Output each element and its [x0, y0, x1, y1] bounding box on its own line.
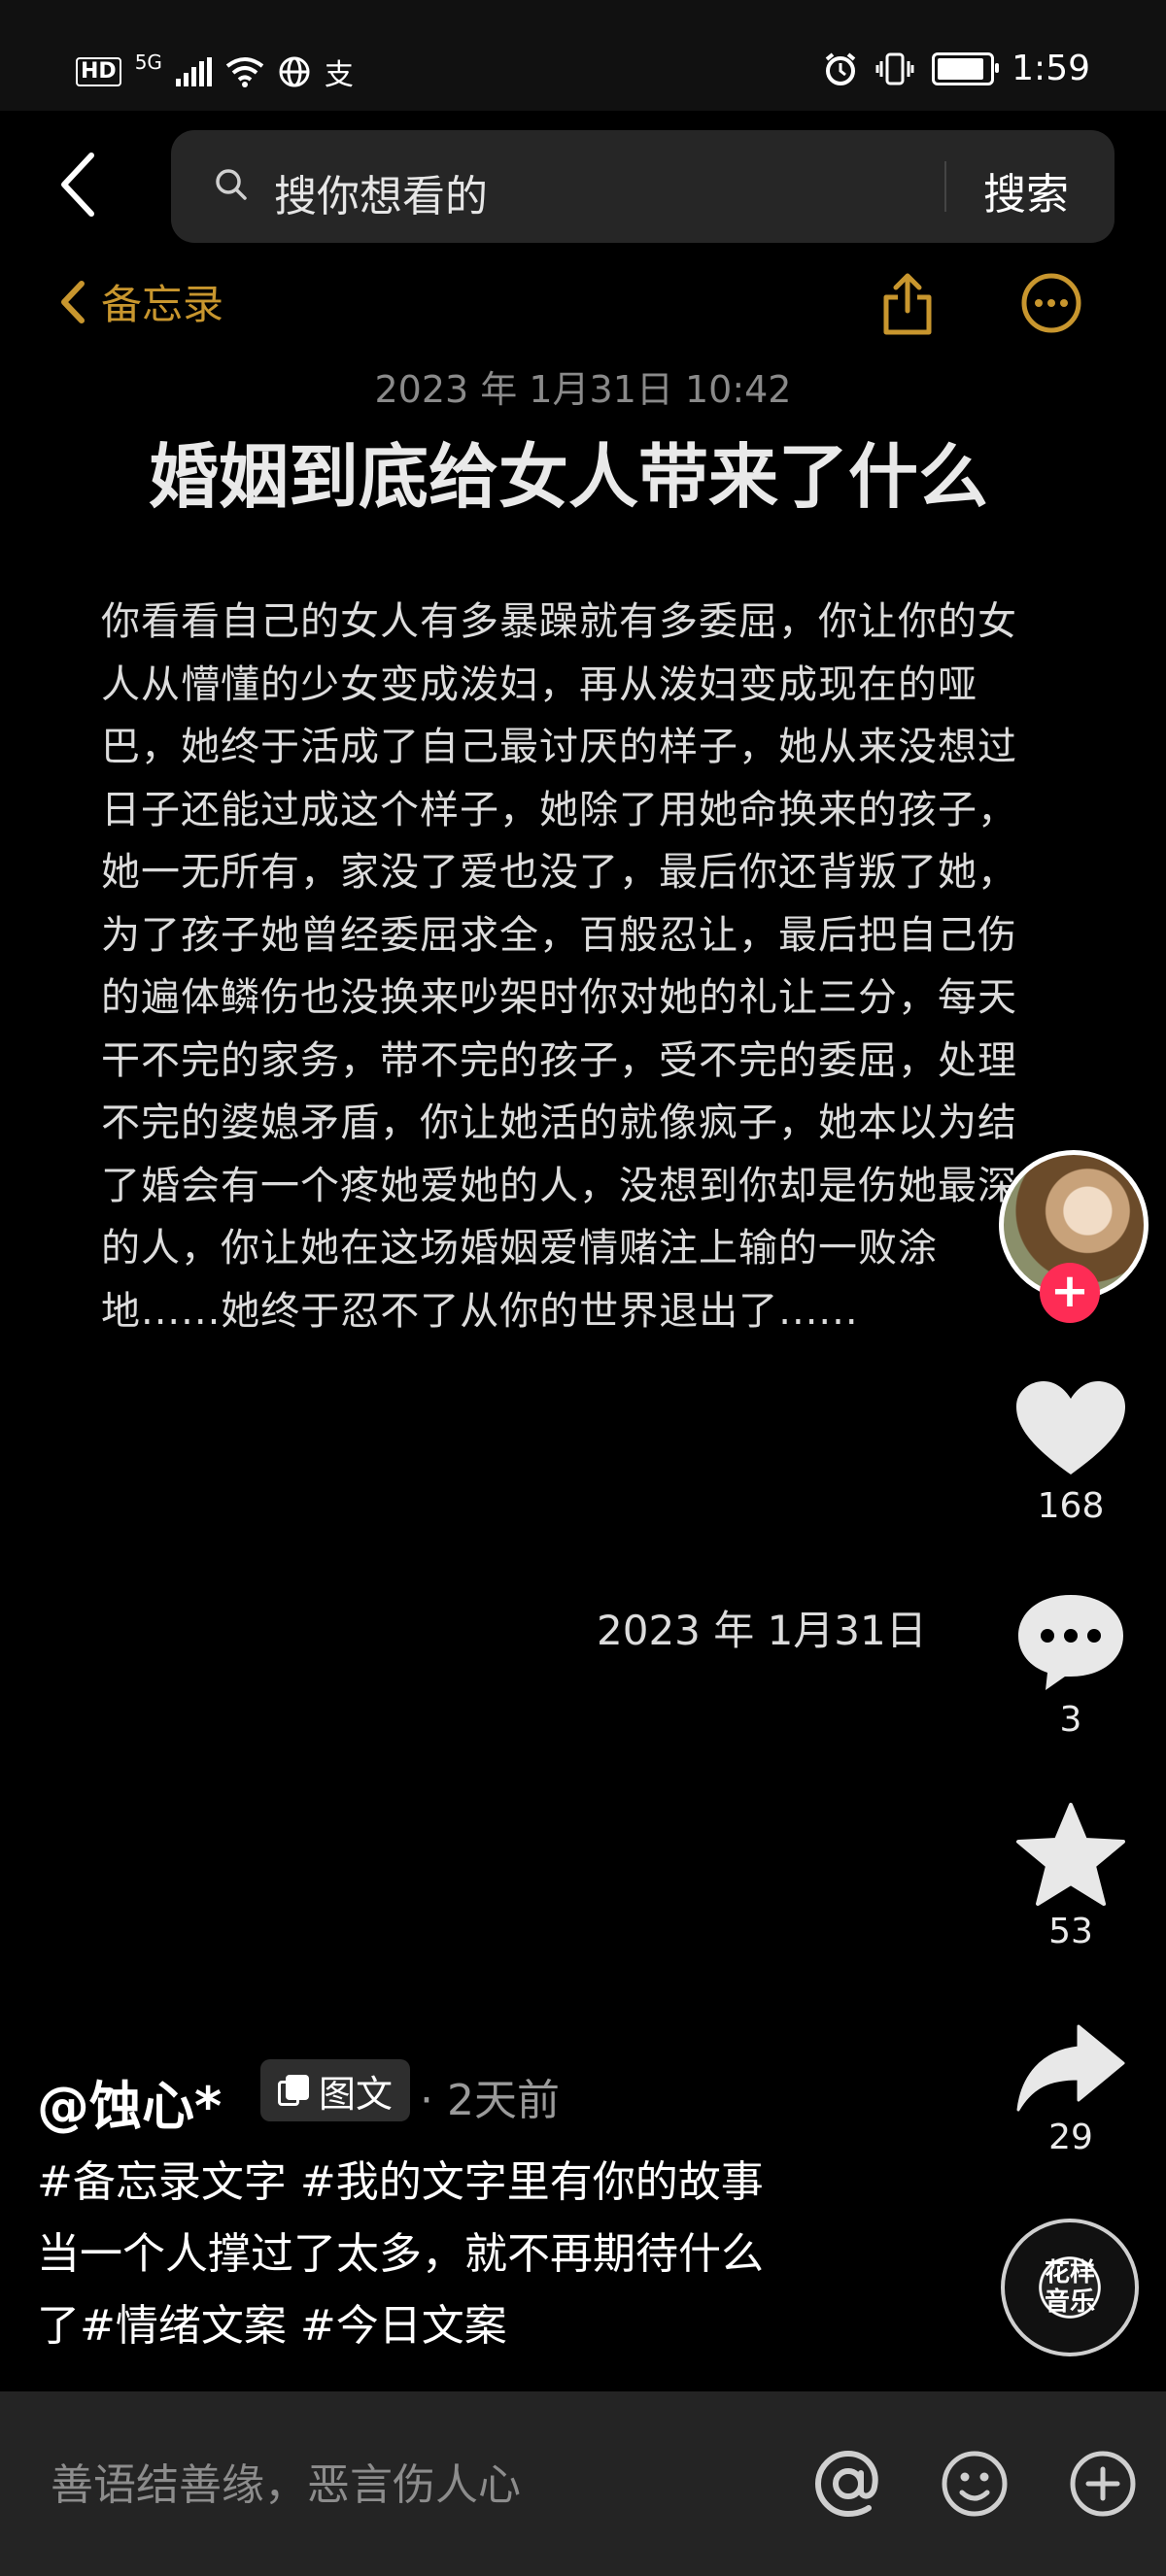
add-icon[interactable]: [1067, 2448, 1139, 2520]
wifi-icon: [225, 57, 264, 87]
globe-icon: [279, 56, 310, 87]
chevron-left-icon: [61, 153, 94, 217]
search-button[interactable]: 搜索: [983, 159, 1069, 221]
status-bar: HD 5G 支 1:59: [0, 0, 1166, 111]
memo-back-link[interactable]: 备忘录: [58, 272, 223, 331]
hd-indicator: HD: [76, 57, 121, 86]
post-type-badge: 图文: [260, 2059, 411, 2121]
memo-body: 你看看自己的女人有多暴躁就有多委屈，你让你的女人从懵懂的少女变成泼妇，再从泼妇变…: [101, 599, 1017, 1334]
memo-title: 婚姻到底给女人带来了什么: [148, 436, 988, 518]
comment-button[interactable]: [1011, 1589, 1131, 1696]
heart-icon: [1016, 1381, 1125, 1474]
comment-icon: [1018, 1595, 1123, 1690]
search-icon: [216, 169, 247, 200]
favorite-count: 53: [1048, 1912, 1093, 1951]
alipay-icon: 支: [324, 58, 354, 92]
status-right: 1:59: [823, 49, 1090, 88]
follow-button[interactable]: +: [1040, 1263, 1100, 1323]
status-left: HD 5G 支: [76, 51, 354, 93]
post-description: #备忘录文字 #我的文字里有你的故事 当一个人撑过了太多，就不再期待什么 了#情…: [37, 2147, 892, 2362]
share-arrow-icon: [1016, 2024, 1125, 2112]
chevron-left-icon: [61, 280, 85, 323]
mention-icon[interactable]: [812, 2448, 884, 2520]
share-button[interactable]: [1011, 2022, 1131, 2116]
more-options-icon[interactable]: [1020, 272, 1082, 334]
comment-bar: 善语结善缘，恶言伤人心: [0, 2391, 1166, 2576]
author-name[interactable]: @蚀心*: [37, 2063, 222, 2140]
emoji-icon[interactable]: [939, 2448, 1011, 2520]
back-button[interactable]: [51, 146, 109, 223]
network-type: 5G: [134, 51, 162, 74]
comment-input[interactable]: 善语结善缘，恶言伤人心: [51, 2450, 521, 2512]
memo-date: 2023 年 1月31日 10:42: [374, 368, 792, 411]
share-count: 29: [1048, 2118, 1093, 2157]
music-label: 花样音乐: [1044, 2258, 1095, 2317]
alarm-icon: [825, 51, 856, 85]
description-line: 当一个人撑过了太多，就不再期待什么: [37, 2229, 764, 2279]
favorite-button[interactable]: [1011, 1801, 1131, 1910]
memo-signature-date: 2023 年 1月31日: [597, 1607, 927, 1654]
vibrate-icon: [875, 52, 914, 85]
share-icon[interactable]: [878, 270, 937, 338]
search-divider: [944, 161, 946, 212]
memo-back-label: 备忘录: [101, 281, 224, 328]
search-input[interactable]: 搜你想看的: [274, 161, 488, 223]
music-disc[interactable]: 花样音乐: [1001, 2219, 1139, 2356]
images-icon: [278, 2075, 309, 2106]
description-line[interactable]: 了#情绪文案 #今日文案: [37, 2290, 892, 2362]
post-time: · 2天前: [420, 2076, 560, 2125]
clock: 1:59: [1012, 49, 1090, 88]
like-count: 168: [1037, 1486, 1105, 1526]
like-button[interactable]: [1011, 1377, 1131, 1482]
comment-count: 3: [1059, 1700, 1082, 1740]
battery-icon: [932, 51, 1000, 85]
post-type-label: 图文: [319, 2072, 394, 2116]
signal-icon: [175, 57, 212, 86]
search-box[interactable]: 搜你想看的 搜索: [171, 130, 1115, 243]
star-icon: [1016, 1803, 1125, 1906]
description-line[interactable]: #备忘录文字 #我的文字里有你的故事: [37, 2147, 892, 2219]
